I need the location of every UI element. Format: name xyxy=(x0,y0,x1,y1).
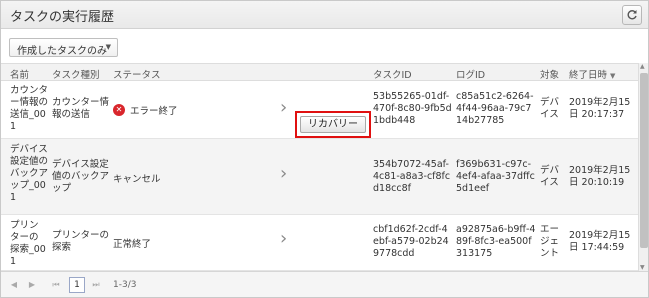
recovery-button-highlight: リカバリー xyxy=(295,111,371,138)
cell-end-time: 2019年2月15日 20:17:37 xyxy=(569,97,631,120)
column-header-log-id[interactable]: ログID xyxy=(456,67,485,81)
last-page-icon[interactable]: ⏭ xyxy=(89,278,103,292)
cell-log-id: a92875a6-b9ff-489f-8fc3-ea500f313175 xyxy=(456,224,536,259)
panel-header: タスクの実行履歴 xyxy=(1,1,648,29)
task-history-panel: タスクの実行履歴 作成したタスクのみ ▼ 名前 タスク種別 ステータス タスクI… xyxy=(0,0,649,298)
cell-target: エージェント xyxy=(540,224,560,259)
cell-log-id: f369b631-c97c-4ef4-afaa-37dffc5d1eef xyxy=(456,159,535,194)
cell-target: デバイス xyxy=(540,97,560,120)
cell-status: キャンセル xyxy=(113,171,161,185)
column-header-target[interactable]: 対象 xyxy=(540,67,559,81)
task-history-table: 名前 タスク種別 ステータス タスクID ログID 対象 終了日時 ▼ カウンター… xyxy=(1,63,638,271)
cell-status: ✕ エラー終了 xyxy=(113,103,178,117)
task-filter-value: 作成したタスクのみ xyxy=(17,46,107,57)
chevron-right-icon[interactable]: › xyxy=(280,97,287,118)
table-header: 名前 タスク種別 ステータス タスクID ログID 対象 終了日時 ▼ xyxy=(1,63,638,81)
recovery-button[interactable]: リカバリー xyxy=(300,116,366,133)
first-page-icon[interactable]: ⏮ xyxy=(49,278,63,292)
error-icon: ✕ xyxy=(113,104,125,116)
status-text: エラー終了 xyxy=(130,106,178,117)
chevron-right-icon[interactable]: › xyxy=(280,163,287,184)
scroll-up-icon[interactable]: ▲ xyxy=(640,63,645,70)
chevron-right-icon[interactable]: › xyxy=(280,228,287,249)
cell-task-type: カウンター情報の送信 xyxy=(52,97,110,120)
column-header-end-time[interactable]: 終了日時 ▼ xyxy=(569,67,615,81)
cell-task-id: 53b55265-01df-470f-8c80-9fb5d1bdb448 xyxy=(373,91,452,126)
panel-title: タスクの実行履歴 xyxy=(10,10,115,25)
column-header-task-id[interactable]: タスクID xyxy=(373,67,412,81)
table-row[interactable]: プリンターの探索_001 プリンターの探索 正常終了 › cbf1d62f-2c… xyxy=(1,215,638,271)
task-filter-dropdown[interactable]: 作成したタスクのみ ▼ xyxy=(9,38,118,57)
sort-descending-icon: ▼ xyxy=(610,72,616,80)
cell-target: デバイス xyxy=(540,165,560,188)
cell-name: プリンターの探索_001 xyxy=(10,220,46,267)
scrollbar-thumb[interactable] xyxy=(640,73,648,248)
pagination-bar: ◀ ▶ ⏮ 1 ⏭ 1-3/3 xyxy=(1,271,648,297)
cell-log-id: c85a51c2-6264-4f44-96aa-79c714b27785 xyxy=(456,91,534,126)
next-arrow-icon[interactable]: ▶ xyxy=(25,278,39,292)
prev-arrow-icon[interactable]: ◀ xyxy=(7,278,21,292)
table-row[interactable]: デバイス設定値のバックアップ_001 デバイス設定値のバックアップ キャンセル … xyxy=(1,139,638,215)
cell-task-id: cbf1d62f-2cdf-4ebf-a579-02b249778cdd xyxy=(373,224,449,259)
cell-task-id: 354b7072-45af-4c81-a8a3-cf8fcd18cc8f xyxy=(373,159,451,194)
cell-end-time: 2019年2月15日 17:44:59 xyxy=(569,230,631,253)
page-range-label: 1-3/3 xyxy=(113,280,137,290)
chevron-down-icon: ▼ xyxy=(105,43,111,51)
refresh-button[interactable] xyxy=(622,5,642,25)
refresh-icon xyxy=(627,10,637,20)
scroll-down-icon[interactable]: ▼ xyxy=(640,264,645,271)
table-row[interactable]: カウンター情報の送信_001 カウンター情報の送信 ✕ エラー終了 › リカバリ… xyxy=(1,81,638,139)
status-text: 正常終了 xyxy=(113,239,152,250)
column-header-name[interactable]: 名前 xyxy=(10,67,29,81)
cell-task-type: プリンターの探索 xyxy=(52,230,110,253)
filter-bar: 作成したタスクのみ ▼ xyxy=(1,30,648,63)
cell-task-type: デバイス設定値のバックアップ xyxy=(52,159,110,194)
status-text: キャンセル xyxy=(113,174,161,185)
column-header-end-time-label: 終了日時 xyxy=(569,70,608,81)
cell-end-time: 2019年2月15日 20:10:19 xyxy=(569,165,631,188)
column-header-status[interactable]: ステータス xyxy=(113,67,161,81)
cell-name: カウンター情報の送信_001 xyxy=(10,85,49,132)
cell-status: 正常終了 xyxy=(113,236,151,250)
vertical-scrollbar[interactable]: ▲ ▼ xyxy=(638,63,648,271)
column-header-task-type[interactable]: タスク種別 xyxy=(52,67,100,81)
current-page-number[interactable]: 1 xyxy=(69,277,85,293)
cell-name: デバイス設定値のバックアップ_001 xyxy=(10,144,49,203)
